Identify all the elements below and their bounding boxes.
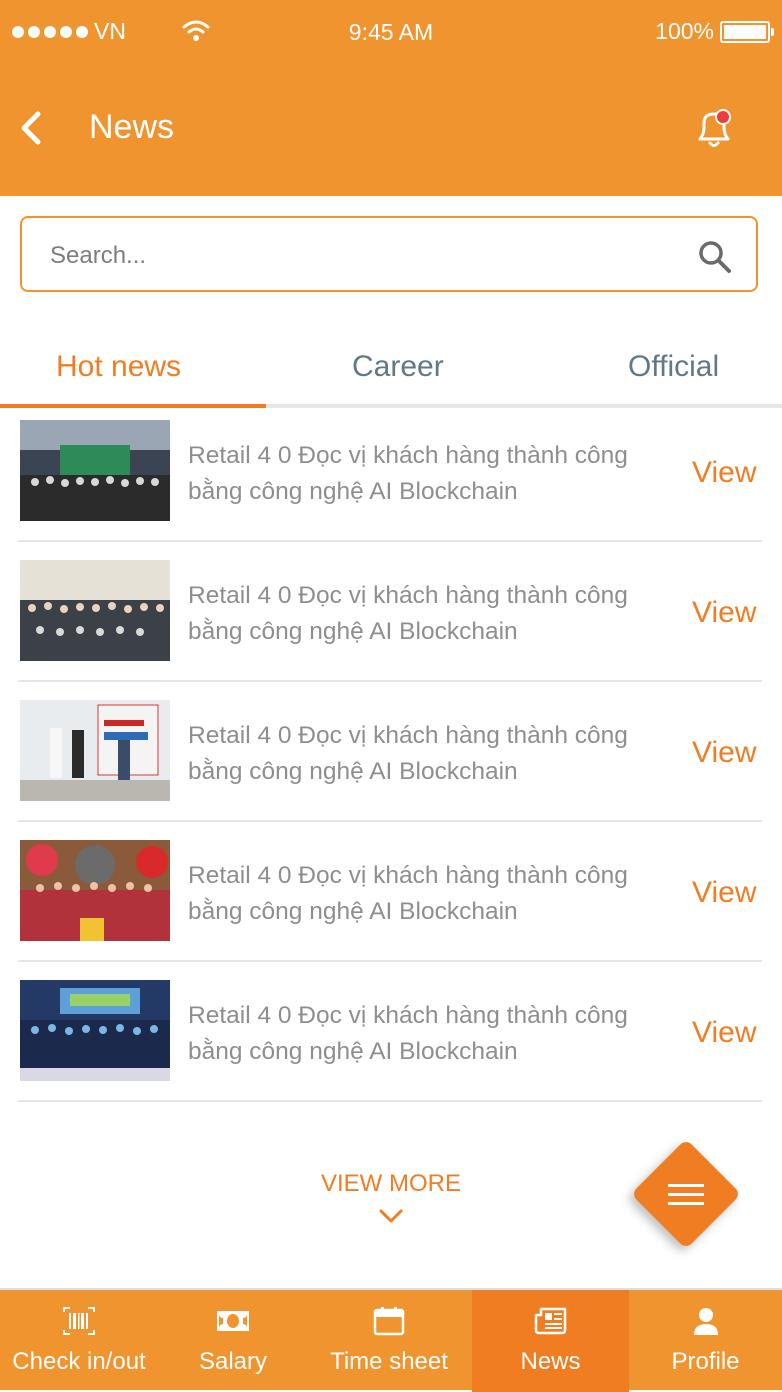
view-button[interactable]: View (692, 736, 756, 770)
search-input[interactable] (48, 236, 652, 276)
view-button[interactable]: View (692, 456, 756, 490)
view-more-button[interactable]: VIEW MORE (291, 1170, 491, 1224)
news-title: Retail 4 0 Đọc vị khách hàng thành công … (188, 1002, 628, 1065)
nav-label: Check in/out (12, 1348, 146, 1375)
menu-icon[interactable] (666, 1180, 706, 1210)
battery-percent: 100% (655, 18, 714, 44)
newspaper-icon (534, 1307, 566, 1335)
news-item[interactable]: Retail 4 0 Đọc vị khách hàng thành công … (0, 560, 782, 700)
nav-news[interactable]: News (472, 1290, 629, 1392)
nav-label: Time sheet (330, 1348, 448, 1375)
news-thumbnail (20, 420, 170, 521)
divider (18, 960, 762, 962)
nav-time-sheet[interactable]: Time sheet (308, 1290, 470, 1392)
tab-hot-news[interactable]: Hot news (56, 350, 181, 384)
news-thumbnail (20, 840, 170, 941)
news-thumbnail (20, 560, 170, 661)
active-tab-indicator (0, 404, 266, 408)
battery-icon (720, 20, 774, 43)
bell-icon[interactable] (694, 106, 740, 150)
user-icon (693, 1308, 718, 1335)
barcode-icon (63, 1307, 95, 1335)
bottom-navigation: Check in/out Salary Time sheet News Prof… (0, 1288, 782, 1392)
view-button[interactable]: View (692, 876, 756, 910)
notification-badge (715, 109, 731, 125)
news-item[interactable]: Retail 4 0 Đọc vị khách hàng thành công … (0, 420, 782, 560)
divider (18, 820, 762, 822)
news-thumbnail (20, 980, 170, 1081)
divider (18, 540, 762, 542)
tab-official[interactable]: Official (628, 350, 719, 384)
news-list: Retail 4 0 Đọc vị khách hàng thành công … (0, 420, 782, 1120)
nav-label: News (520, 1348, 581, 1375)
search-icon[interactable] (698, 240, 732, 274)
tab-career[interactable]: Career (352, 350, 444, 384)
chevron-down-icon (379, 1209, 403, 1223)
nav-check-in-out[interactable]: Check in/out (0, 1290, 158, 1392)
battery-indicator: 100% (655, 18, 774, 45)
news-title: Retail 4 0 Đọc vị khách hàng thành công … (188, 862, 628, 925)
news-title: Retail 4 0 Đọc vị khách hàng thành công … (188, 582, 628, 645)
news-item[interactable]: Retail 4 0 Đọc vị khách hàng thành công … (0, 700, 782, 840)
search-bar (20, 216, 758, 292)
view-more-label: VIEW MORE (320, 1170, 461, 1197)
status-bar: VN 9:45 AM 100% (0, 0, 782, 64)
nav-salary[interactable]: Salary (158, 1290, 308, 1392)
news-tabs: Hot news Career Official (0, 340, 782, 408)
page-title: News (89, 108, 175, 146)
divider (18, 1100, 762, 1102)
divider (18, 680, 762, 682)
nav-label: Salary (198, 1348, 268, 1375)
money-icon (217, 1311, 249, 1331)
nav-label: Profile (671, 1348, 740, 1375)
nav-profile[interactable]: Profile (629, 1290, 782, 1392)
calendar-icon (373, 1307, 405, 1336)
news-thumbnail (20, 700, 170, 801)
news-item[interactable]: Retail 4 0 Đọc vị khách hàng thành công … (0, 980, 782, 1120)
view-button[interactable]: View (692, 596, 756, 630)
news-item[interactable]: Retail 4 0 Đọc vị khách hàng thành công … (0, 840, 782, 980)
chevron-left-icon[interactable] (14, 106, 50, 150)
app-header: VN 9:45 AM 100% News (0, 0, 782, 196)
view-button[interactable]: View (692, 1016, 756, 1050)
news-title: Retail 4 0 Đọc vị khách hàng thành công … (188, 722, 628, 785)
news-title: Retail 4 0 Đọc vị khách hàng thành công … (188, 442, 628, 505)
